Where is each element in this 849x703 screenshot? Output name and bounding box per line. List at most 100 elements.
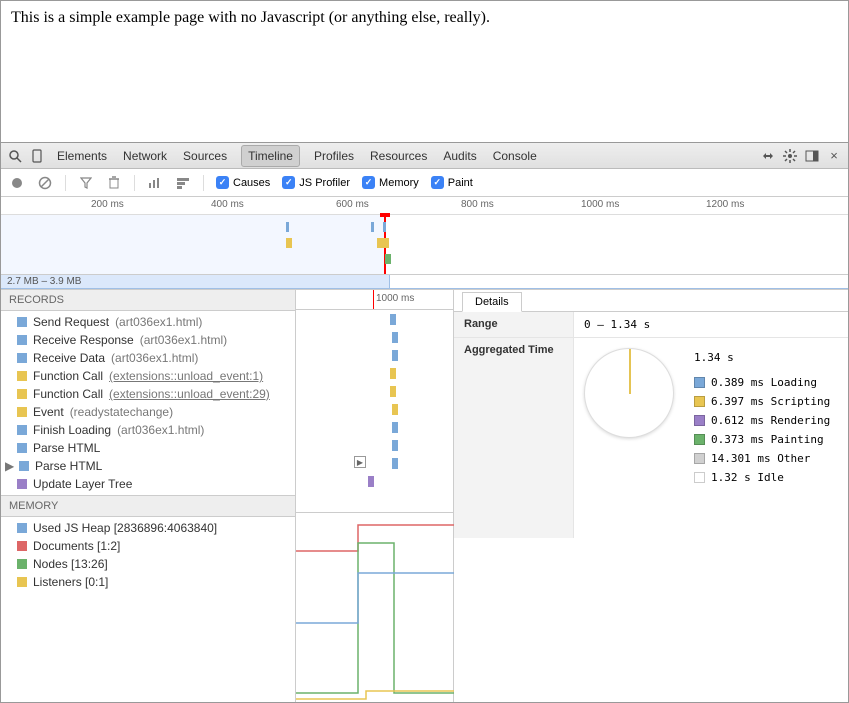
dock-icon[interactable] xyxy=(804,148,820,164)
view-bars-icon[interactable] xyxy=(147,175,163,191)
record-color-swatch xyxy=(17,389,27,399)
legend: 1.34 s 0.389 ms Loading6.397 ms Scriptin… xyxy=(694,348,830,528)
jsprofiler-checkbox[interactable]: ✓ JS Profiler xyxy=(282,176,350,189)
flame-body[interactable]: ▶ xyxy=(296,310,453,512)
memory-chart[interactable] xyxy=(296,512,453,702)
inspect-icon[interactable] xyxy=(7,148,23,164)
tab-audits[interactable]: Audits xyxy=(441,145,478,167)
record-detail: (art036ex1.html) xyxy=(117,423,204,437)
view-flame-icon[interactable] xyxy=(175,175,191,191)
overview-strip[interactable] xyxy=(1,215,848,275)
legend-row: 0.373 ms Painting xyxy=(694,430,830,449)
record-row[interactable]: Finish Loading(art036ex1.html) xyxy=(1,421,295,439)
clear-icon[interactable] xyxy=(37,175,53,191)
memory-row[interactable]: Listeners [0:1] xyxy=(1,573,295,591)
record-row[interactable]: Update Layer Tree xyxy=(1,475,295,493)
tab-sources[interactable]: Sources xyxy=(181,145,229,167)
range-value: 0 – 1.34 s xyxy=(574,312,848,337)
aggregated-row: Aggregated Time 1.34 s 0.389 ms Loading6… xyxy=(454,338,848,538)
paint-checkbox[interactable]: ✓ Paint xyxy=(431,176,473,189)
record-row[interactable]: Receive Data(art036ex1.html) xyxy=(1,349,295,367)
tab-profiles[interactable]: Profiles xyxy=(312,145,356,167)
record-name: Update Layer Tree xyxy=(33,477,132,491)
tab-timeline[interactable]: Timeline xyxy=(241,145,300,167)
close-icon[interactable]: × xyxy=(826,148,842,164)
records-list: Send Request(art036ex1.html)Receive Resp… xyxy=(1,311,295,495)
trash-icon[interactable] xyxy=(106,175,122,191)
legend-text: 0.612 ms Rendering xyxy=(711,414,830,427)
record-color-swatch xyxy=(17,317,27,327)
record-name: Event xyxy=(33,405,64,419)
devtools-panel: Elements Network Sources Timeline Profil… xyxy=(1,143,848,702)
record-row[interactable]: Event(readystatechange) xyxy=(1,403,295,421)
memory-row[interactable]: Nodes [13:26] xyxy=(1,555,295,573)
legend-swatch xyxy=(694,377,705,388)
legend-swatch xyxy=(694,415,705,426)
record-name: Send Request xyxy=(33,315,109,329)
marker-flag-icon[interactable]: ▶ xyxy=(354,456,366,468)
checkbox-checked-icon: ✓ xyxy=(362,176,375,189)
record-row[interactable]: Function Call (extensions::unload_event:2… xyxy=(1,385,295,403)
jsprofiler-label: JS Profiler xyxy=(299,177,350,189)
details-tabs: Details xyxy=(454,290,848,312)
legend-row: 0.612 ms Rendering xyxy=(694,411,830,430)
record-color-swatch xyxy=(17,335,27,345)
tab-console[interactable]: Console xyxy=(491,145,539,167)
legend-text: 14.301 ms Other xyxy=(711,452,810,465)
tab-details[interactable]: Details xyxy=(462,292,522,312)
tab-resources[interactable]: Resources xyxy=(368,145,429,167)
legend-text: 6.397 ms Scripting xyxy=(711,395,830,408)
record-icon[interactable] xyxy=(9,175,25,191)
records-header: RECORDS xyxy=(1,290,295,311)
memory-color-swatch xyxy=(17,559,27,569)
record-name: Function Call xyxy=(33,387,103,401)
record-row[interactable]: Send Request(art036ex1.html) xyxy=(1,313,295,331)
tab-network[interactable]: Network xyxy=(121,145,169,167)
drawer-icon[interactable] xyxy=(760,148,776,164)
record-detail: (art036ex1.html) xyxy=(140,333,227,347)
record-row[interactable]: Function Call (extensions::unload_event:1… xyxy=(1,367,295,385)
record-detail[interactable]: (extensions::unload_event:29) xyxy=(109,387,270,401)
record-detail[interactable]: (extensions::unload_event:1) xyxy=(109,369,263,383)
overview-ruler[interactable]: 200 ms 400 ms 600 ms 800 ms 1000 ms 1200… xyxy=(1,197,848,215)
page-content: This is a simple example page with no Ja… xyxy=(1,1,848,143)
tab-elements[interactable]: Elements xyxy=(55,145,109,167)
filter-icon[interactable] xyxy=(78,175,94,191)
records-column: RECORDS Send Request(art036ex1.html)Rece… xyxy=(1,290,296,702)
timeline-main: RECORDS Send Request(art036ex1.html)Rece… xyxy=(1,289,848,702)
range-row: Range 0 – 1.34 s xyxy=(454,312,848,338)
record-name: Receive Data xyxy=(33,351,105,365)
memory-color-swatch xyxy=(17,523,27,533)
memory-checkbox[interactable]: ✓ Memory xyxy=(362,176,419,189)
playhead-marker[interactable] xyxy=(373,290,374,309)
device-icon[interactable] xyxy=(29,148,45,164)
record-row[interactable]: ▶Parse HTML xyxy=(1,457,295,475)
expand-icon[interactable]: ▶ xyxy=(5,459,13,473)
legend-text: 1.32 s Idle xyxy=(711,471,784,484)
details-body: Range 0 – 1.34 s Aggregated Time 1.34 s … xyxy=(454,312,848,702)
flame-ruler[interactable]: 1000 ms xyxy=(296,290,453,310)
devtools-tabs: Elements Network Sources Timeline Profil… xyxy=(55,145,539,167)
record-color-swatch xyxy=(19,461,29,471)
record-color-swatch xyxy=(17,371,27,381)
record-row[interactable]: Receive Response(art036ex1.html) xyxy=(1,331,295,349)
memory-row[interactable]: Documents [1:2] xyxy=(1,537,295,555)
causes-checkbox[interactable]: ✓ Causes xyxy=(216,176,270,189)
record-color-swatch xyxy=(17,425,27,435)
legend-swatch xyxy=(694,434,705,445)
memory-name: Nodes [13:26] xyxy=(33,557,108,571)
paint-label: Paint xyxy=(448,177,473,189)
ruler-tick: 1200 ms xyxy=(706,199,744,210)
memory-name: Listeners [0:1] xyxy=(33,575,108,589)
record-name: Function Call xyxy=(33,369,103,383)
settings-icon[interactable] xyxy=(782,148,798,164)
memory-range-strip: 2.7 MB – 3.9 MB xyxy=(1,275,848,289)
memory-label: Memory xyxy=(379,177,419,189)
legend-text: 0.389 ms Loading xyxy=(711,376,817,389)
aggregated-label: Aggregated Time xyxy=(454,338,574,538)
details-column: Details Range 0 – 1.34 s Aggregated Time… xyxy=(454,290,848,702)
memory-header: MEMORY xyxy=(1,495,295,517)
record-row[interactable]: Parse HTML xyxy=(1,439,295,457)
memory-row[interactable]: Used JS Heap [2836896:4063840] xyxy=(1,519,295,537)
legend-swatch xyxy=(694,453,705,464)
